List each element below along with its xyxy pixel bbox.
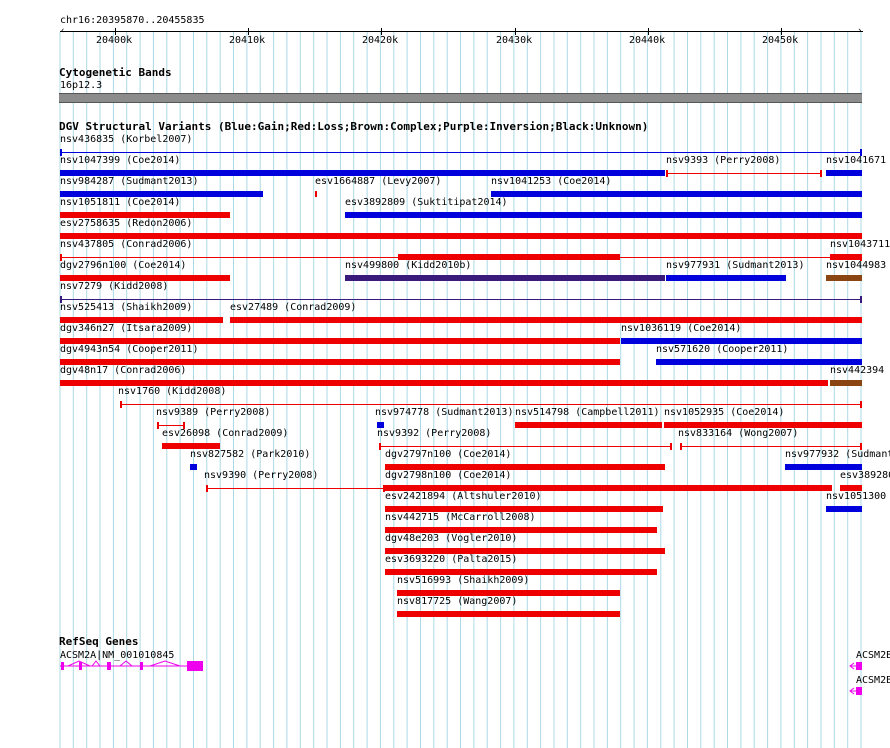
gene-intron-chevron[interactable]: [91, 660, 101, 667]
gene-exon[interactable]: [107, 662, 111, 670]
gene-intron-chevron[interactable]: [119, 660, 133, 667]
gene-exon[interactable]: [140, 662, 143, 670]
gene-exon[interactable]: [61, 662, 64, 670]
genome-browser-panel: chr16:20395870..20455835 ‹ › 20400k 20410…: [0, 0, 890, 748]
gene-exon[interactable]: [856, 662, 862, 670]
gene-models[interactable]: [0, 0, 890, 748]
gene-exon[interactable]: [856, 687, 862, 695]
gene-exon[interactable]: [79, 662, 82, 670]
gene-exon[interactable]: [187, 661, 203, 671]
gene-intron-chevron[interactable]: [149, 660, 181, 667]
